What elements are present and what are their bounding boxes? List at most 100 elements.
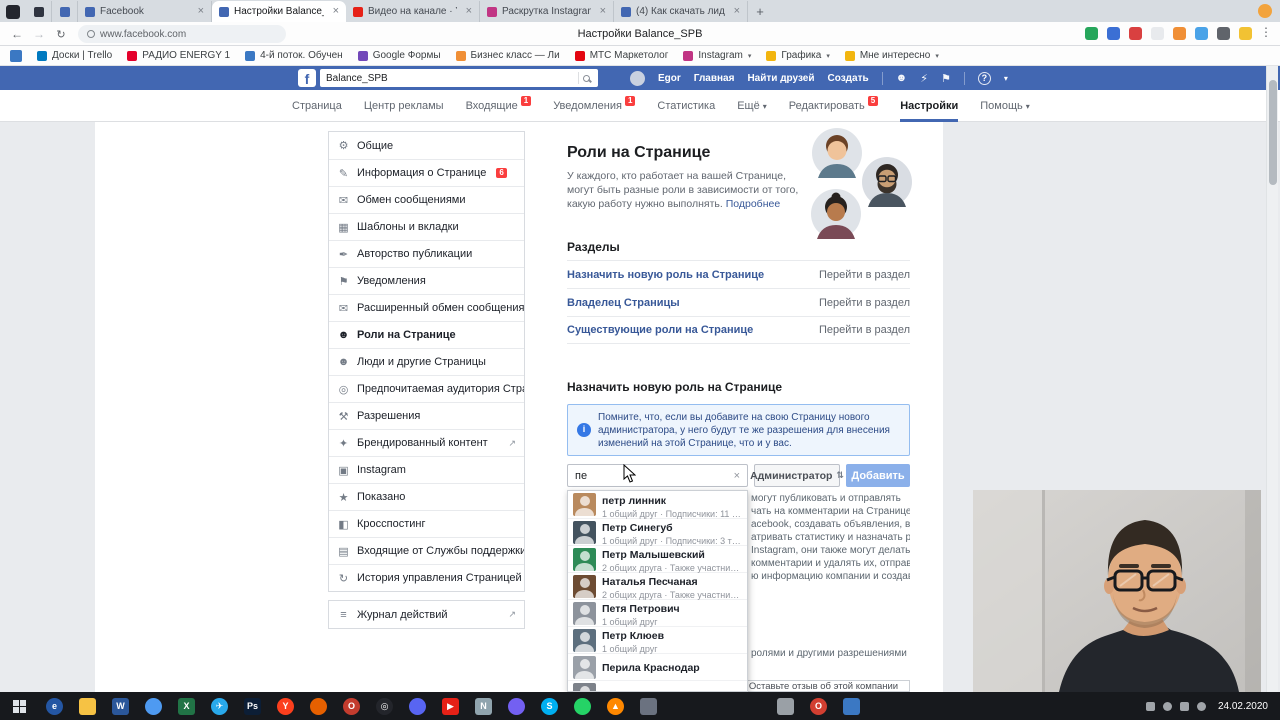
facebook-search-box[interactable] (320, 69, 598, 87)
sidebar-item-permissions[interactable]: ⚒ Разрешения (329, 402, 524, 429)
taskbar-app-edge[interactable]: e (38, 692, 71, 720)
taskbar-app-notepad[interactable]: N (467, 692, 500, 720)
tab-facebook[interactable]: Facebook × (78, 1, 212, 22)
sidebar-item-page-info[interactable]: ✎ Информация о Странице 6 (329, 159, 524, 186)
tray-overflow-icon[interactable] (1145, 701, 1155, 711)
taskbar-app-viber[interactable] (500, 692, 533, 720)
create-link[interactable]: Создать (828, 73, 869, 84)
sidebar-item-post-attribution[interactable]: ✒ Авторство публикации (329, 240, 524, 267)
bookmark-trello[interactable]: Доски | Trello (37, 50, 112, 61)
bookmark-course[interactable]: 4-й поток. Обучен (245, 50, 343, 61)
tab-close-icon[interactable]: × (462, 6, 472, 17)
sidebar-item-advanced-messaging[interactable]: ✉ Расширенный обмен сообщениями (329, 294, 524, 321)
tab-close-icon[interactable]: × (194, 6, 204, 17)
taskbar-app-telegram[interactable]: ✈ (203, 692, 236, 720)
typeahead-result[interactable]: Петя Петрович 1 общий друг (568, 599, 747, 627)
page-nav-tab-settings[interactable]: Настройки (900, 90, 959, 122)
reload-button[interactable]: ↻ (52, 25, 70, 43)
taskbar-app-youtube[interactable]: ▶ (434, 692, 467, 720)
bookmark-google-forms[interactable]: Google Формы (357, 50, 441, 61)
scrollbar-thumb[interactable] (1269, 80, 1277, 185)
taskbar-app-discord[interactable] (401, 692, 434, 720)
tray-volume-icon[interactable] (1196, 701, 1206, 711)
messenger-icon[interactable]: ⚡ (920, 72, 928, 85)
typeahead-result[interactable]: петр линник 1 общий друг · Подписчики: 11… (568, 491, 747, 519)
go-to-section-link[interactable]: Перейти в раздел (819, 297, 910, 309)
taskbar-app-whatsapp[interactable] (566, 692, 599, 720)
friend-requests-icon[interactable]: ☻ (896, 72, 908, 84)
taskbar-app-paint[interactable] (835, 692, 868, 720)
taskbar-app-gray[interactable] (632, 692, 665, 720)
extension-icon[interactable] (1239, 27, 1252, 40)
taskbar-app-chrome[interactable] (137, 692, 170, 720)
typeahead-result[interactable]: Петр Синегуб 1 общий друг · Подписчики: 3… (568, 518, 747, 546)
tab-leads[interactable]: (4) Как скачать лиды с фей × (614, 1, 748, 22)
account-caret-icon[interactable]: ▾ (1004, 74, 1008, 83)
browser-menu-icon[interactable] (6, 5, 20, 19)
go-to-section-link[interactable]: Перейти в раздел (819, 269, 910, 281)
taskbar-app-vlc[interactable]: ▲ (599, 692, 632, 720)
notifications-icon[interactable]: ⚑ (941, 72, 951, 85)
back-button[interactable]: ← (8, 25, 26, 43)
typeahead-result[interactable]: Петр Клюев 1 общий друг (568, 626, 747, 654)
sidebar-item-activity-log[interactable]: ≡ Журнал действий ↗ (329, 601, 524, 628)
typeahead-result[interactable]: Петр Малышевский 2 общих друга · Также уч… (568, 545, 747, 573)
page-nav-tab-help[interactable]: Помощь ▾ (980, 90, 1030, 122)
find-friends-link[interactable]: Найти друзей (747, 73, 814, 84)
search-input[interactable] (326, 72, 574, 84)
taskbar-date[interactable]: 24.02.2020 (1218, 701, 1268, 712)
taskbar-app-photoshop[interactable]: Ps (236, 692, 269, 720)
page-nav-tab-inbox[interactable]: Входящие 1 (466, 90, 532, 122)
learn-more-link[interactable]: Подробнее (726, 198, 780, 210)
taskbar-app-firefox[interactable] (302, 692, 335, 720)
pinned-tab-1[interactable] (26, 1, 52, 22)
tab-close-icon[interactable]: × (596, 6, 606, 17)
taskbar-app-opera[interactable]: O (335, 692, 368, 720)
bookmark-radio-energy[interactable]: РАДИО ENERGY 1 (127, 50, 230, 61)
company-feedback-button[interactable]: Оставьте отзыв об этой компании (737, 680, 910, 692)
tab-settings-balance-spb[interactable]: Настройки Balance_SPB × (212, 1, 346, 22)
typeahead-result[interactable]: Наталья Песчаная 2 общих друга · Также уч… (568, 572, 747, 600)
browser-profile-icon[interactable] (1258, 4, 1272, 18)
taskbar-app-yandex-browser[interactable]: Y (269, 692, 302, 720)
bookmark-folder-instagram[interactable]: Instagram ▾ (683, 50, 751, 61)
typeahead-result[interactable]: Перила Краснодар (568, 653, 747, 680)
go-to-section-link[interactable]: Перейти в раздел (819, 324, 910, 336)
taskbar-app-word[interactable]: W (104, 692, 137, 720)
extension-icon[interactable] (1173, 27, 1186, 40)
assign-role-link[interactable]: Назначить новую роль на Странице (567, 269, 764, 281)
sidebar-item-notifications[interactable]: ⚑ Уведомления (329, 267, 524, 294)
pinned-tab-2[interactable] (52, 1, 78, 22)
browser-menu-dots-icon[interactable]: ⋮ (1260, 25, 1272, 39)
sidebar-item-templates-tabs[interactable]: ▦ Шаблоны и вкладки (329, 213, 524, 240)
clear-input-icon[interactable]: × (734, 470, 740, 482)
bookmark-folder-interests[interactable]: Мне интересно ▾ (844, 50, 939, 61)
bookmark-folder-graphics[interactable]: Графика ▾ (766, 50, 830, 61)
page-nav-tab-more[interactable]: Ещё ▾ (737, 90, 767, 122)
page-nav-tab-notifications[interactable]: Уведомления 1 (553, 90, 636, 122)
person-search-field[interactable]: × (567, 464, 748, 487)
taskbar-app-obs[interactable]: ◎ (368, 692, 401, 720)
tab-youtube[interactable]: Видео на канале · YouTub × (346, 1, 480, 22)
bookmark-mts[interactable]: МТС Маркетолог (574, 50, 668, 61)
typeahead-result[interactable]: Петр Рун (568, 680, 747, 691)
tab-close-icon[interactable]: × (329, 6, 339, 17)
page-scrollbar[interactable] (1266, 66, 1278, 692)
sidebar-item-instagram[interactable]: ▣ Instagram (329, 456, 524, 483)
sidebar-item-support-inbox[interactable]: ▤Входящие от Службы поддержки для Ст↗ (329, 537, 524, 564)
sidebar-item-page-roles[interactable]: ☻ Роли на Странице (329, 321, 524, 348)
avatar[interactable] (630, 70, 645, 86)
page-nav-tab-insights[interactable]: Статистика (657, 90, 715, 122)
existing-roles-link[interactable]: Существующие роли на Странице (567, 324, 753, 336)
bookmark-business-class[interactable]: Бизнес класс — Ли (455, 50, 560, 61)
extension-icon[interactable] (1107, 27, 1120, 40)
address-bar[interactable]: www.facebook.com (78, 25, 286, 43)
page-owner-link[interactable]: Владелец Страницы (567, 297, 680, 309)
taskbar-app-opera-red[interactable]: O (802, 692, 835, 720)
taskbar-app-excel[interactable]: X (170, 692, 203, 720)
sidebar-item-branded-content[interactable]: ✦ Брендированный контент ↗ (329, 429, 524, 456)
page-nav-tab-edit[interactable]: Редактировать 5 (789, 90, 879, 122)
sidebar-item-crossposting[interactable]: ◧ Кросспостинг (329, 510, 524, 537)
taskbar-app-settings[interactable] (769, 692, 802, 720)
sidebar-item-featured[interactable]: ★ Показано (329, 483, 524, 510)
